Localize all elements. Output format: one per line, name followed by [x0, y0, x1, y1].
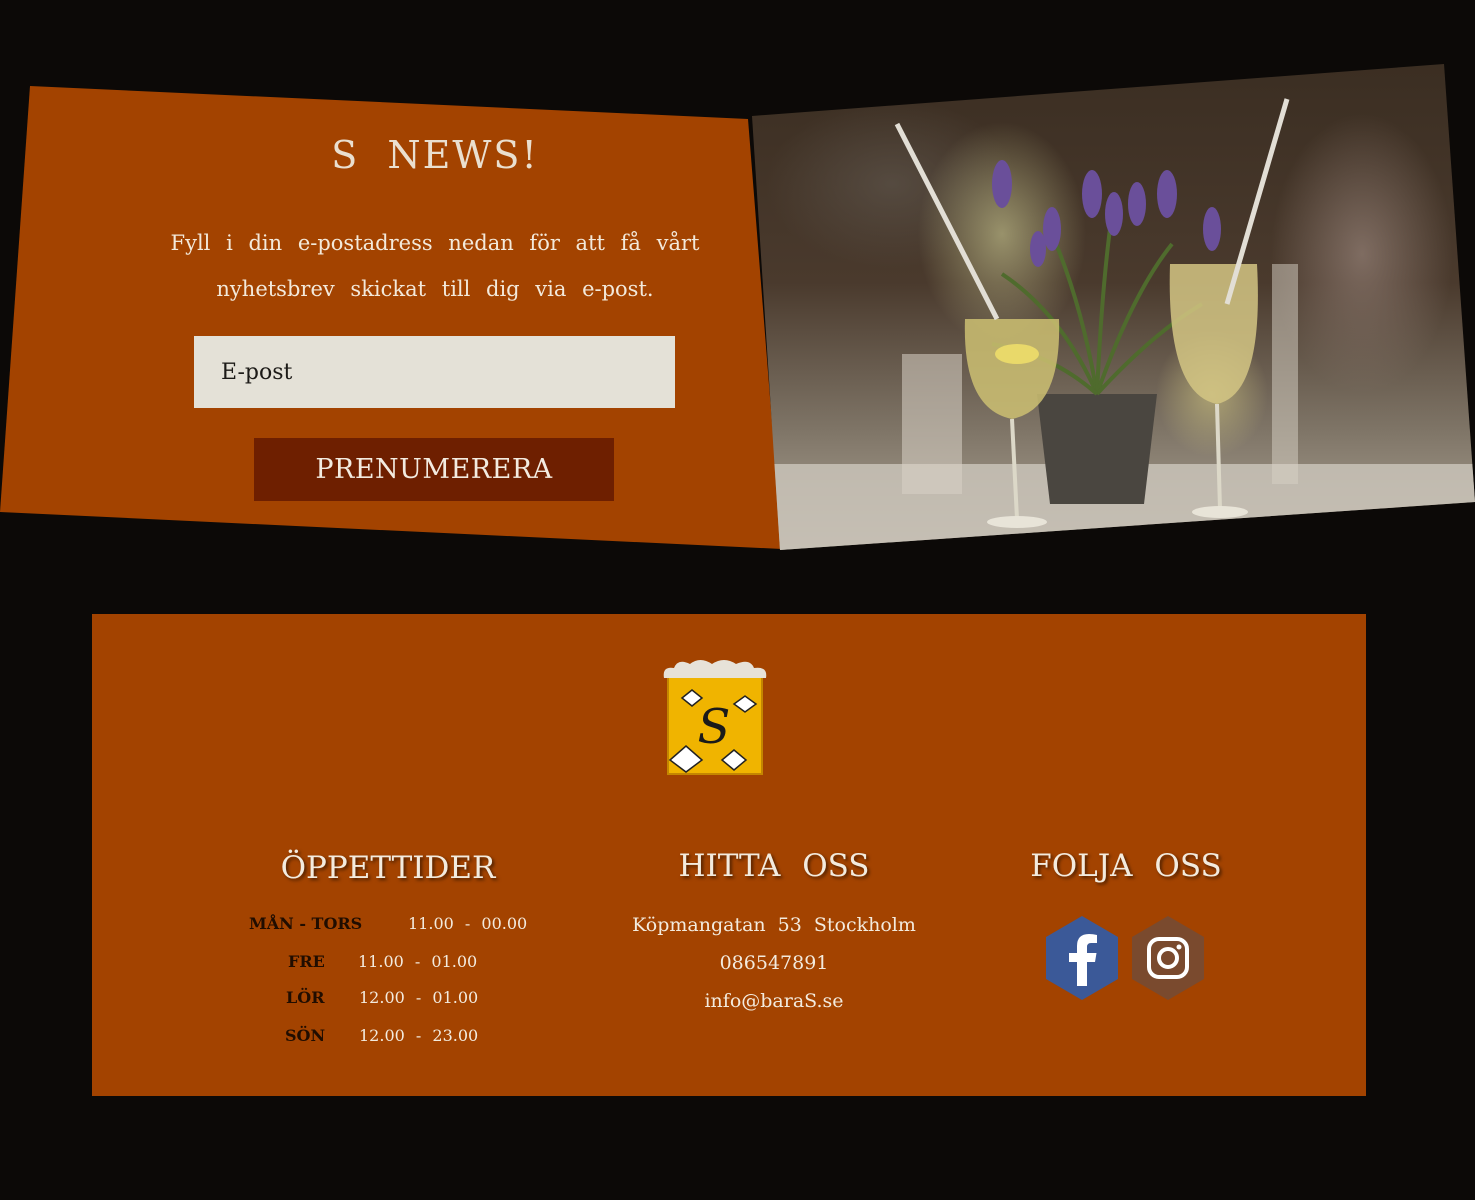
- follow-us-title: FOLJA OSS: [1030, 848, 1222, 884]
- newsletter-title: S NEWS!: [331, 133, 539, 177]
- email-link[interactable]: info@baraS.se: [602, 990, 946, 1012]
- instagram-icon: [1132, 916, 1204, 1000]
- email-input[interactable]: [194, 336, 675, 408]
- facebook-icon: [1046, 916, 1118, 1000]
- logo-letter: S: [698, 699, 731, 755]
- hours-day: SÖN: [285, 1026, 326, 1045]
- phone-link[interactable]: 086547891: [602, 952, 946, 974]
- newsletter-description: Fyll i din e-postadress nedan för att få…: [170, 231, 700, 301]
- hours-time: 12.00 - 01.00: [359, 988, 479, 1007]
- hours-day: LÖR: [286, 988, 325, 1007]
- subscribe-button[interactable]: PRENUMERERA: [254, 438, 614, 501]
- address-text: Köpmangatan 53 Stockholm: [632, 914, 916, 936]
- find-us-title: HITTA OSS: [678, 848, 870, 884]
- hours-time: 11.00 - 00.00: [408, 914, 528, 933]
- footer: S ÖPPETTIDER MÅN - TORS 11.00 - 00.00 FR…: [92, 614, 1366, 1096]
- bar-logo[interactable]: S: [660, 650, 770, 780]
- hours-title: ÖPPETTIDER: [280, 850, 496, 886]
- hours-time: 12.00 - 23.00: [359, 1026, 479, 1045]
- instagram-link[interactable]: [1128, 914, 1208, 1006]
- facebook-link[interactable]: [1042, 914, 1122, 1006]
- hours-time: 11.00 - 01.00: [358, 952, 478, 971]
- hours-day: MÅN - TORS: [249, 914, 363, 933]
- hours-day: FRE: [288, 952, 325, 971]
